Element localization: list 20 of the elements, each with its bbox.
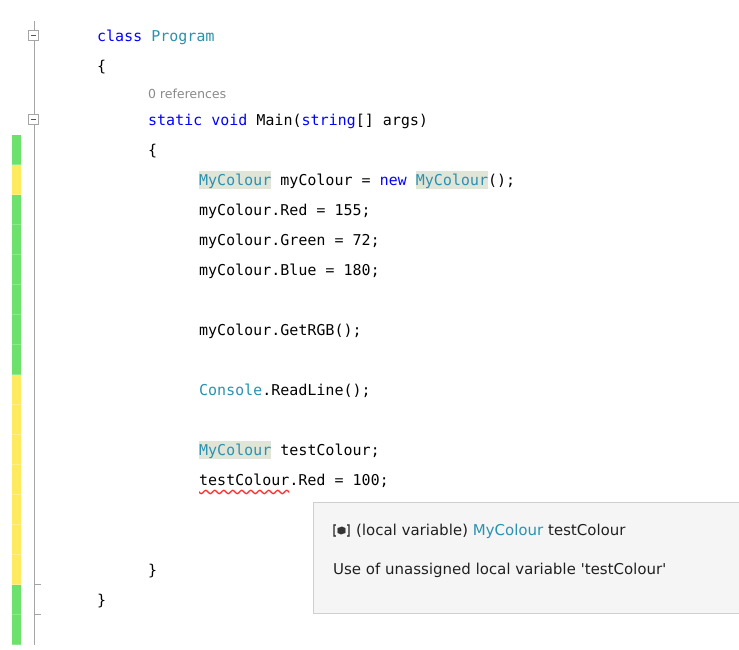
code-line: myColour.Green = 72; xyxy=(199,230,380,251)
code-line: { xyxy=(148,140,158,161)
references-codelens[interactable]: 0 references xyxy=(148,86,226,100)
code-line: myColour.GetRGB(); xyxy=(199,320,362,341)
code-line: myColour.Blue = 180; xyxy=(199,260,380,281)
code-line: MyColour testColour; xyxy=(199,440,380,461)
code-line: { xyxy=(97,56,106,77)
code-line: class Program xyxy=(97,26,214,47)
tooltip-message: Use of unassigned local variable 'testColour' xyxy=(333,560,668,578)
tooltip-signature: (local variable) MyColour testColour xyxy=(356,521,626,539)
code-line: } xyxy=(148,560,158,581)
code-line: Console.ReadLine(); xyxy=(199,380,371,401)
code-line: testColour.Red = 100; xyxy=(199,470,389,491)
local-variable-icon xyxy=(333,524,350,536)
collapse-toggle[interactable] xyxy=(28,30,39,41)
collapse-toggle[interactable] xyxy=(28,114,39,125)
code-line: myColour.Red = 155; xyxy=(199,200,371,221)
code-line: } xyxy=(97,590,106,611)
code-line: MyColour myColour = new MyColour(); xyxy=(199,170,516,191)
code-line: static void Main(string[] args) xyxy=(148,110,428,131)
